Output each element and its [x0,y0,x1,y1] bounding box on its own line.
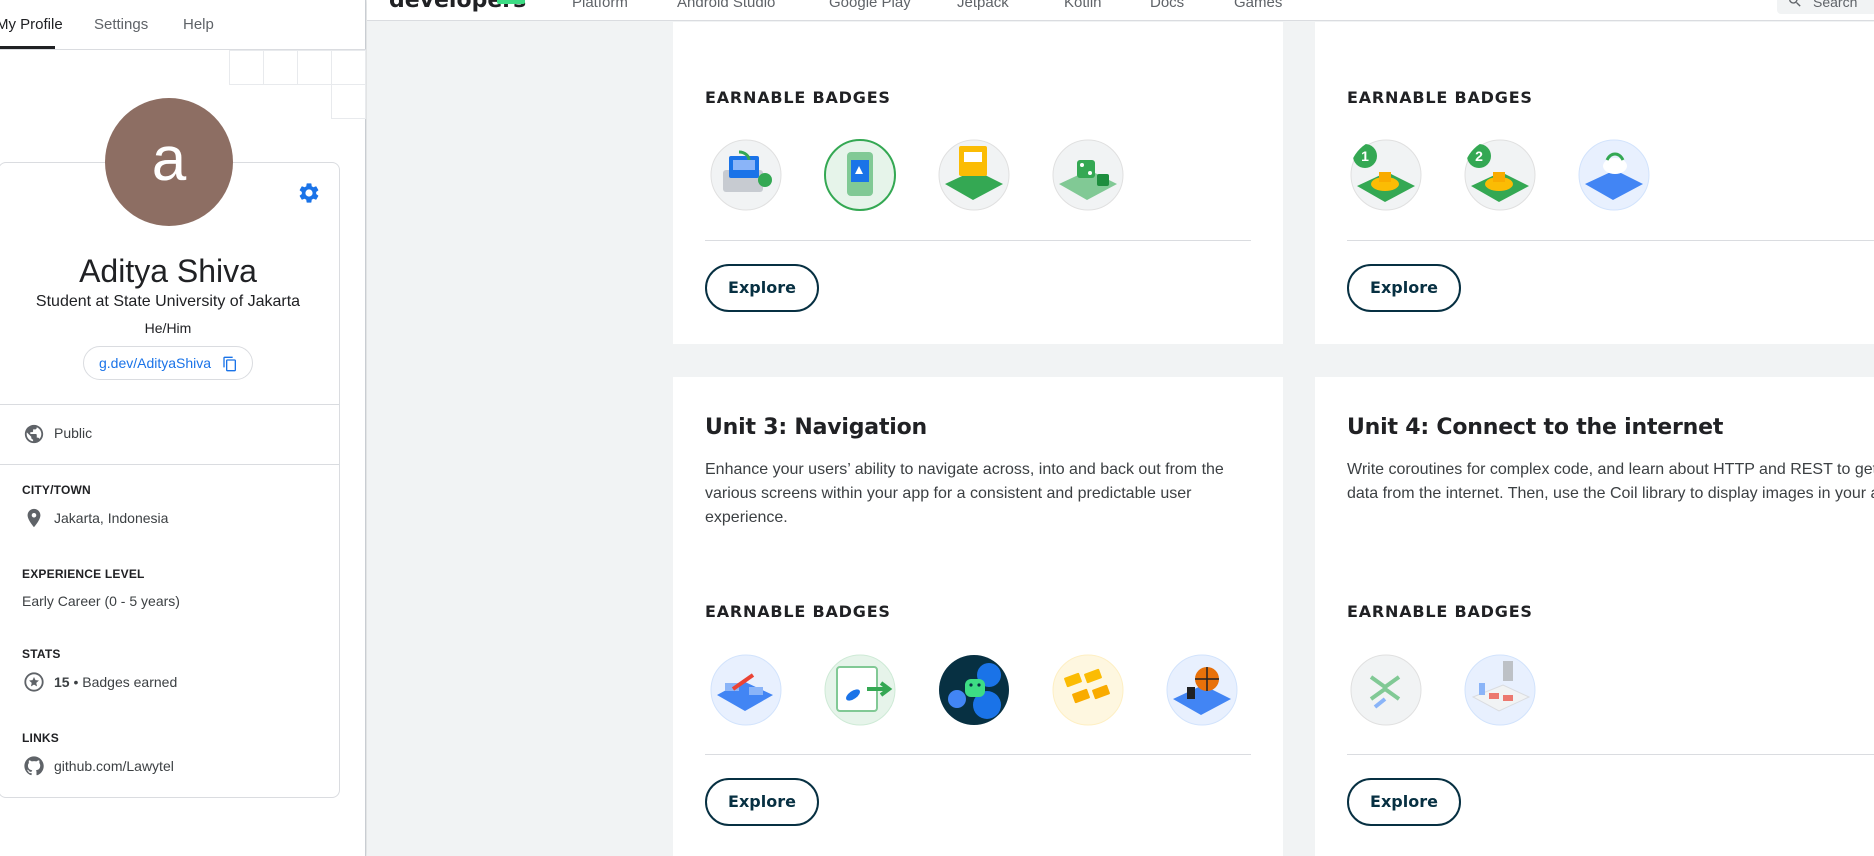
nav-kotlin[interactable]: Kotlin [1064,0,1102,11]
badge-icon [710,139,782,211]
badge-icon [1464,654,1536,726]
android-tag [497,0,525,4]
badge-icon [710,654,782,726]
profile-tabs: My Profile Settings Help [0,0,366,50]
badge-number: 2 [1475,148,1483,164]
unit-card-1: EARNABLE BADGES Explore [673,22,1283,344]
experience-value: Early Career (0 - 5 years) [22,593,180,609]
city-label: CITY/TOWN [22,483,91,497]
unit-card-3: Unit 3: Navigation Enhance your users’ a… [673,377,1283,856]
tab-help[interactable]: Help [183,16,214,33]
divider [1347,240,1874,241]
earnable-badges-label: EARNABLE BADGES [1347,88,1533,107]
search-placeholder: Search [1813,0,1858,10]
experience-label: EXPERIENCE LEVEL [22,567,145,581]
earnable-badges-label: EARNABLE BADGES [1347,602,1533,621]
badges-stat: 15 • Badges earned [54,674,177,690]
tab-settings[interactable]: Settings [94,16,148,33]
unit-title: Unit 4: Connect to the internet [1347,415,1724,440]
divider [705,240,1251,241]
badges-text: • Badges earned [69,674,178,690]
nav-platform[interactable]: Platform [572,0,628,11]
search-icon [1789,0,1801,7]
profile-link-text: g.dev/AdityaShiva [99,355,212,371]
nav-android-studio[interactable]: Android Studio [677,0,775,11]
profile-pronouns: He/Him [144,320,192,336]
divider [0,464,339,465]
profile-headline: Student at State University of Jakarta [35,293,301,310]
badges-count: 15 [54,674,70,690]
badge-icon [1350,654,1422,726]
explore-button[interactable]: Explore [1347,778,1461,826]
screen: My Profile Settings Help a Aditya Shiva … [0,0,1874,856]
divider [1347,754,1874,755]
badge-icon: 1 [1350,139,1422,211]
settings-gear-icon[interactable] [297,181,321,205]
github-icon [24,756,44,776]
explore-button[interactable]: Explore [705,264,819,312]
decorative-grid [229,50,366,120]
divider [705,754,1251,755]
badge-icon [824,654,896,726]
github-link[interactable]: github.com/Lawytel [54,758,174,774]
badge-icon: 2 [1464,139,1536,211]
links-label: LINKS [22,731,59,745]
visibility-text: Public [54,425,93,441]
badge-icon [1052,654,1124,726]
active-tab-indicator [0,46,55,49]
badge-icon [1166,654,1238,726]
stats-label: STATS [22,647,61,661]
profile-panel: My Profile Settings Help a Aditya Shiva … [0,0,366,856]
tab-my-profile[interactable]: My Profile [0,16,63,33]
top-navigation: developers Platform Android Studio Googl… [367,0,1874,21]
profile-name: Aditya Shiva [79,253,257,289]
unit-description: Enhance your users’ ability to navigate … [705,461,1224,526]
nav-docs[interactable]: Docs [1150,0,1184,11]
nav-google-play[interactable]: Google Play [829,0,911,11]
star-badge-icon [24,672,44,692]
globe-icon [24,424,44,444]
profile-card: Aditya Shiva Student at State University… [0,162,340,798]
unit-card-4: Unit 4: Connect to the internet Write co… [1315,377,1874,856]
unit-description: Write coroutines for complex code, and l… [1347,461,1874,502]
copy-icon[interactable] [222,356,238,372]
divider [0,404,339,405]
badge-icon [939,655,1009,725]
avatar: a [105,98,233,226]
nav-jetpack[interactable]: Jetpack [957,0,1009,11]
explore-button[interactable]: Explore [1347,264,1461,312]
search-box[interactable]: Search [1777,0,1874,14]
location-pin-icon [27,508,41,528]
earnable-badges-label: EARNABLE BADGES [705,602,891,621]
badge-icon [824,139,896,211]
unit-card-2: EARNABLE BADGES 1 2 Explore [1315,22,1874,344]
profile-link-chip[interactable]: g.dev/AdityaShiva [83,346,253,380]
explore-button[interactable]: Explore [705,778,819,826]
unit-title: Unit 3: Navigation [705,415,927,440]
course-content: developers Platform Android Studio Googl… [367,0,1874,856]
earnable-badges-label: EARNABLE BADGES [705,88,891,107]
badge-icon [1052,139,1124,211]
nav-games[interactable]: Games [1234,0,1282,11]
city-value: Jakarta, Indonesia [54,510,169,526]
badge-number: 1 [1361,148,1369,164]
badge-icon [1578,139,1650,211]
badge-icon [938,139,1010,211]
